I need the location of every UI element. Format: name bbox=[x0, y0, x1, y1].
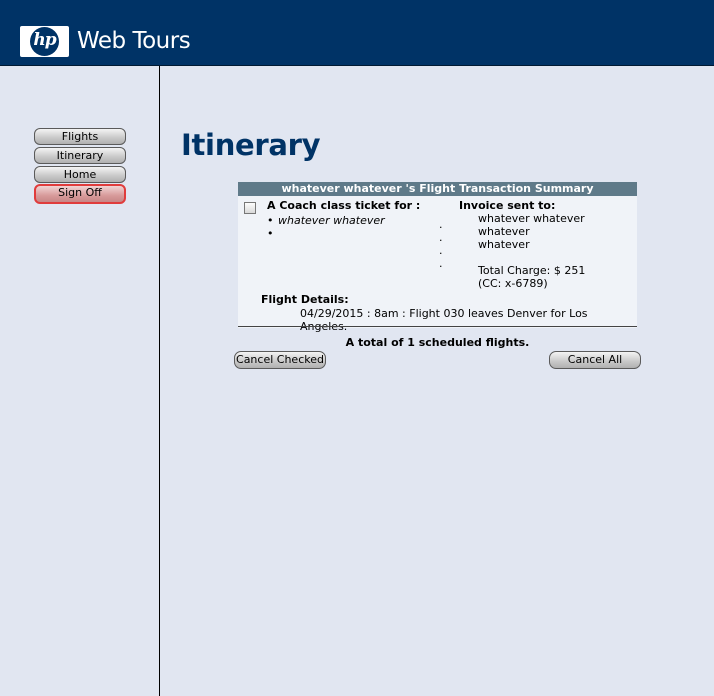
header-bar: hp Web Tours bbox=[0, 0, 714, 66]
flight-details-text: 04/29/2015 : 8am : Flight 030 leaves Den… bbox=[300, 307, 588, 333]
bullet-icon: • bbox=[267, 214, 274, 227]
invoice-name: whatever whatever bbox=[478, 212, 585, 225]
invoice-address-line: whatever bbox=[478, 238, 530, 251]
invoice-label: Invoice sent to: bbox=[459, 199, 556, 212]
separator-dot: . bbox=[439, 257, 443, 270]
ticket-label: A Coach class ticket for : bbox=[267, 199, 421, 212]
flight-transaction-summary: whatever whatever 's Flight Transaction … bbox=[238, 182, 637, 333]
separator-dot: . bbox=[439, 231, 443, 244]
sidebar: Flights Itinerary Home Sign Off bbox=[0, 66, 160, 696]
hp-logo-text: hp bbox=[33, 30, 56, 50]
page-title: Itinerary bbox=[181, 128, 321, 162]
sidebar-item-sign-off[interactable]: Sign Off bbox=[34, 184, 126, 204]
separator-dot: . bbox=[439, 218, 443, 231]
separator-dot: . bbox=[439, 244, 443, 257]
cancel-all-button[interactable]: Cancel All bbox=[549, 351, 641, 369]
sidebar-item-home[interactable]: Home bbox=[34, 166, 126, 183]
passenger-name: whatever whatever bbox=[278, 214, 385, 227]
card-number: (CC: x-6789) bbox=[478, 277, 548, 290]
summary-divider bbox=[238, 326, 637, 327]
brand-title: Web Tours bbox=[77, 28, 191, 54]
flight-details-label: Flight Details: bbox=[261, 293, 349, 306]
summary-header: whatever whatever 's Flight Transaction … bbox=[238, 182, 637, 196]
sidebar-item-itinerary[interactable]: Itinerary bbox=[34, 147, 126, 164]
invoice-address-line: whatever bbox=[478, 225, 530, 238]
total-charge: Total Charge: $ 251 bbox=[478, 264, 586, 277]
hp-logo: hp bbox=[20, 26, 69, 57]
cancel-checked-button[interactable]: Cancel Checked bbox=[234, 351, 326, 369]
sidebar-item-flights[interactable]: Flights bbox=[34, 128, 126, 145]
total-flights-text: A total of 1 scheduled flights. bbox=[345, 336, 530, 349]
flight-select-checkbox[interactable] bbox=[244, 202, 256, 214]
bullet-icon: • bbox=[267, 227, 274, 240]
hp-logo-circle: hp bbox=[30, 27, 59, 56]
